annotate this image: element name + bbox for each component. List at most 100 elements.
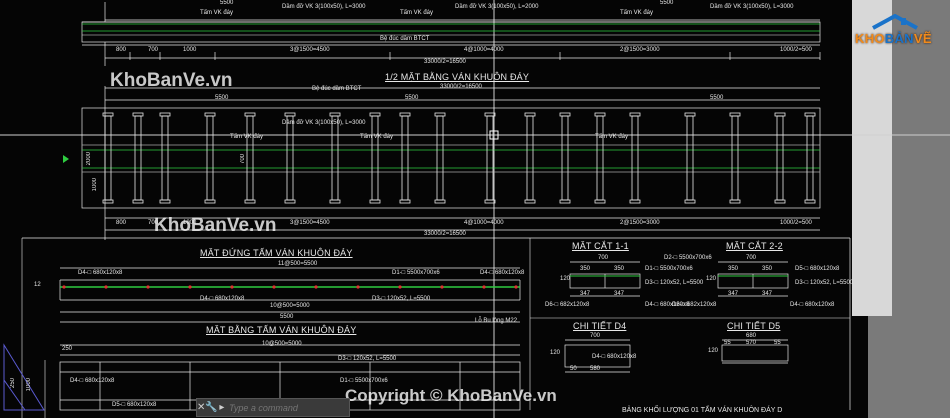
plan-half-bottom-dim: 700	[148, 220, 159, 226]
section-2-inner: 347	[728, 291, 739, 297]
beam-column	[526, 115, 534, 201]
section-1-label: D6-□ 682x120x8	[545, 302, 590, 308]
beam-column	[401, 115, 409, 201]
beam-column	[161, 115, 169, 201]
wrench-icon[interactable]: 🔧	[205, 399, 217, 416]
beam-base	[204, 199, 216, 204]
elevation-label: D3-□ 120x52, L=5500	[372, 296, 431, 302]
beam-column	[331, 115, 339, 201]
beam-cap	[684, 112, 696, 117]
top-strip-dim: 2@1500=3000	[620, 47, 660, 53]
beam-cap	[434, 112, 446, 117]
plan-half-bottom-dim: 2@1500=3000	[620, 220, 660, 226]
section-1-label: D1-□ 5500x700x6	[645, 266, 693, 272]
beam-column	[486, 115, 494, 201]
top-strip-label: Tấm VK đáy	[400, 10, 434, 16]
beam-base	[774, 199, 786, 204]
beam-column	[561, 115, 569, 201]
plan-panel-label: D3-□ 120x52, L=5500	[338, 356, 397, 362]
beam-base	[284, 199, 296, 204]
beam-column	[776, 115, 784, 201]
plan-panel-title: MẶT BẰNG TẤM VÁN KHUÔN ĐÁY	[206, 325, 357, 335]
beam-column	[436, 115, 444, 201]
beam-column	[596, 115, 604, 201]
top-strip-dim: 4@1000=4000	[464, 47, 504, 53]
section-1-title: MẶT CẮT 1-1	[572, 241, 629, 251]
plan-half-dim: 5500	[405, 95, 419, 101]
plan-half-bottom-dim: 4@1000=4000	[464, 220, 504, 226]
elevation-top-dim: 11@500=5500	[278, 261, 318, 267]
section-2-inner: 347	[762, 291, 773, 297]
plan-half-bottom-dim: 800	[116, 220, 127, 226]
table-title: BẢNG KHỐI LƯỢNG 01 TẤM VÁN KHUÔN ĐÁY D	[622, 407, 783, 414]
detail-d4-label: D4-□ 680x120x8	[592, 354, 637, 360]
watermark-middle: KhoBanVe.vn	[154, 215, 277, 236]
beam-column	[806, 115, 814, 201]
beam-base	[244, 199, 256, 204]
top-strip-label: Dầm đỡ VK 3(100x50), L=3000	[282, 4, 366, 10]
beam-column	[206, 115, 214, 201]
command-input[interactable]	[226, 402, 349, 413]
section-1-label: D3-□ 120x52, L=5500	[645, 280, 704, 286]
logo: KHOBẢNVẼ	[849, 14, 941, 52]
elevation-note: Lỗ Bu lông M22	[475, 318, 518, 324]
top-strip-total: 33000/2=16500	[424, 59, 466, 65]
beam-cap	[329, 112, 341, 117]
command-history-icon[interactable]: ▸	[218, 399, 226, 416]
plan-half-dim: 5500	[710, 95, 724, 101]
beam-column	[731, 115, 739, 201]
top-strip-dim: 5500	[660, 0, 674, 6]
beam-base	[369, 199, 381, 204]
beam-base	[804, 199, 816, 204]
side-dim: 250	[10, 378, 16, 389]
elevation-title: MẶT ĐỨNG TẤM VÁN KHUÔN ĐÁY	[200, 248, 353, 258]
plan-half-bottom-dim: 3@1500=4500	[290, 220, 330, 226]
plan-panel-label: D5-□ 680x120x8	[112, 402, 157, 408]
beam-base	[329, 199, 341, 204]
plan-half-label: Tấm VK đáy	[230, 134, 264, 140]
beam-column	[686, 115, 694, 201]
beam-cap	[594, 112, 606, 117]
beam-base	[524, 199, 536, 204]
detail-d4-dim: 50	[570, 366, 577, 372]
top-strip-label: Tấm VK đáy	[620, 10, 654, 16]
beam-cap	[629, 112, 641, 117]
detail-d5-height: 120	[708, 348, 719, 354]
plan-marker-left	[63, 155, 69, 163]
detail-d4-dim: 580	[590, 366, 601, 372]
elevation-label: D4-□ 680x120x8	[480, 270, 525, 276]
logo-text: KHOBẢNVẼ	[855, 31, 932, 46]
beam-base	[102, 199, 114, 204]
detail-d5-dim: 680	[746, 333, 757, 339]
section-2-title: MẶT CẮT 2-2	[726, 241, 783, 251]
beam-cap	[159, 112, 171, 117]
section-1-dim: 350	[580, 266, 591, 272]
section-1-dim: 700	[598, 255, 609, 261]
detail-d5-title: CHI TIẾT D5	[727, 321, 781, 331]
plan-half-left-dim: 2000	[86, 152, 92, 166]
plan-panel-label: D1-□ 5500x700x6	[340, 378, 388, 384]
section-2-dim: 350	[762, 266, 773, 272]
beam-base	[729, 199, 741, 204]
beam-cap	[729, 112, 741, 117]
cad-canvas[interactable]: KhoBanVe.vn KhoBanVe.vn Copyright © KhoB…	[0, 0, 950, 418]
plan-panel-left-dim: 250	[62, 346, 73, 352]
beam-base	[132, 199, 144, 204]
plan-half-total: 33000/2=16500	[424, 231, 466, 237]
top-strip-label: Dầm đỡ VK 3(100x50), L=2000	[455, 4, 539, 10]
plan-panel-label: D4-□ 680x120x8	[70, 378, 115, 384]
plan-half-inner-dim: 700	[240, 154, 246, 165]
section-1-inner: 347	[614, 291, 625, 297]
beam-base	[684, 199, 696, 204]
close-icon[interactable]: ✕	[197, 399, 205, 416]
beam-base	[594, 199, 606, 204]
top-strip-dim: 700	[148, 47, 159, 53]
section-1-height: 120	[560, 276, 571, 282]
section-2-label: D4-□ 680x120x8	[790, 302, 835, 308]
section-2-dim: 350	[728, 266, 739, 272]
plan-half-label: Tấm VK đáy	[360, 134, 394, 140]
top-strip-dim: 1000/2=500	[780, 47, 812, 53]
detail-d5-dim: 55	[774, 340, 781, 346]
top-strip-center-label: Bệ đúc dầm BTCT	[380, 36, 430, 42]
plan-half-title: 1/2 MẶT BẰNG VÁN KHUÔN ĐÁY	[385, 72, 530, 82]
